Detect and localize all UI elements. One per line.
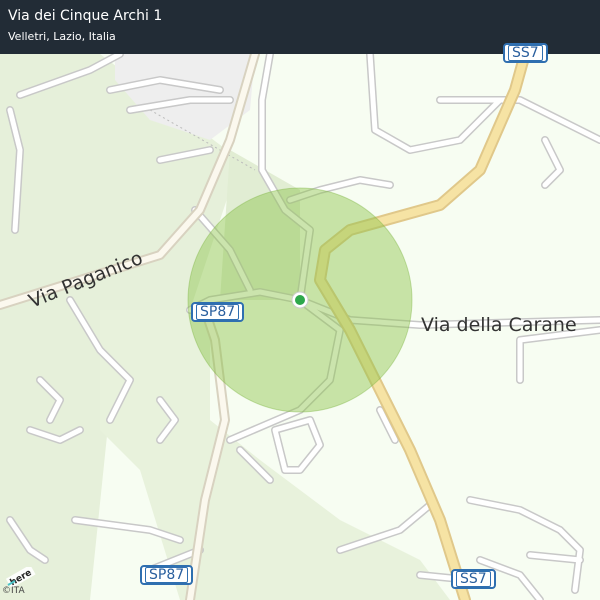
road-shield-label: SP87	[196, 304, 240, 320]
road-shield-sp87-top: SP87	[191, 302, 245, 322]
address-title: Via dei Cinque Archi 1	[8, 8, 163, 24]
here-logo: here	[6, 567, 36, 587]
road-label-via-della-carane: Via della Carane	[421, 314, 577, 336]
road-shield-label: SP87	[145, 567, 189, 583]
road-shield-label: SS7	[508, 45, 543, 61]
road-shield-ss7-bottom: SS7	[451, 569, 496, 589]
road-shield-sp87-bottom: SP87	[140, 565, 194, 585]
map-copyright: ©ITA	[2, 586, 25, 596]
map-canvas[interactable]: Via Paganico Via della Carane	[0, 0, 600, 600]
location-dot-icon[interactable]	[295, 295, 305, 305]
road-shield-ss7-top: SS7	[503, 43, 548, 63]
road-shield-label: SS7	[456, 571, 491, 587]
